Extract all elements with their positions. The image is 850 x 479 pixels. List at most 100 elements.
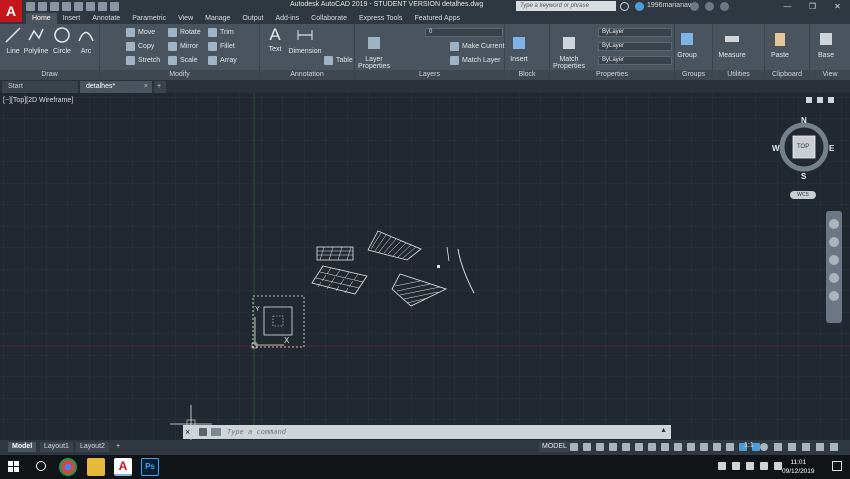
taskbar-search-icon[interactable] (36, 461, 46, 471)
compass-north[interactable]: N (801, 116, 807, 125)
command-history-arrow-icon[interactable]: ▲ (660, 427, 667, 434)
text-button[interactable]: A Text (265, 26, 285, 54)
search-icon[interactable] (620, 2, 629, 11)
view-panel-title[interactable]: View (810, 70, 850, 80)
layout-tab-layout2[interactable]: Layout2 (76, 442, 109, 452)
lineweight-icon[interactable] (674, 443, 682, 451)
dimension-button[interactable]: Dimension (288, 26, 322, 55)
new-icon[interactable] (26, 2, 35, 11)
infer-icon[interactable] (596, 443, 604, 451)
layer-dropdown[interactable]: 0 (425, 28, 503, 37)
maximize-button[interactable]: ❐ (800, 0, 825, 13)
layers-panel-title[interactable]: Layers (355, 70, 504, 80)
customize-wrench-icon[interactable] (199, 428, 207, 436)
close-button[interactable]: ✕ (825, 0, 850, 13)
match-layer-button[interactable]: Match Layer (450, 56, 501, 65)
utilities-panel-title[interactable]: Utilities (713, 70, 764, 80)
battery-icon[interactable] (732, 462, 740, 470)
drawing-canvas[interactable]: [−][Top][2D Wireframe] N S W E TOP WCS Y… (0, 93, 850, 440)
mirror-button[interactable]: Mirror (168, 42, 198, 51)
trim-button[interactable]: Trim (208, 28, 234, 37)
quick-properties-icon[interactable] (802, 443, 810, 451)
line-button[interactable]: Line (3, 26, 23, 55)
undo-icon[interactable] (98, 2, 107, 11)
units-icon[interactable] (788, 443, 796, 451)
tab-featured-apps[interactable]: Featured Apps (408, 13, 466, 24)
otrack-icon[interactable] (661, 443, 669, 451)
annotation-panel-title[interactable]: Annotation (260, 70, 354, 80)
block-panel-title[interactable]: Block (505, 70, 549, 80)
grid-icon[interactable] (570, 443, 578, 451)
redo-icon[interactable] (110, 2, 119, 11)
notification-icon[interactable] (832, 461, 842, 471)
ortho-icon[interactable] (609, 443, 617, 451)
compass-east[interactable]: E (829, 144, 834, 153)
workspace-gear-icon[interactable] (760, 443, 768, 451)
polyline-button[interactable]: Polyline (23, 26, 49, 55)
command-input[interactable] (227, 427, 647, 437)
tab-insert[interactable]: Insert (57, 13, 87, 24)
clipboard-panel-title[interactable]: Clipboard (765, 70, 809, 80)
isodraft-icon[interactable] (635, 443, 643, 451)
model-space-button[interactable]: MODEL (539, 442, 570, 452)
rotate-button[interactable]: Rotate (168, 28, 201, 37)
match-properties-button[interactable]: Match Properties (552, 34, 586, 70)
pan-icon[interactable] (829, 237, 839, 247)
steering-wheel-icon[interactable] (829, 219, 839, 229)
copy-button[interactable]: Copy (126, 42, 154, 51)
stretch-button[interactable]: Stretch (126, 56, 160, 65)
compass-west[interactable]: W (772, 144, 780, 153)
user-icon[interactable] (635, 2, 644, 11)
fillet-button[interactable]: Fillet (208, 42, 235, 51)
draw-panel-title[interactable]: Draw (0, 70, 99, 80)
properties-panel-title[interactable]: Properties (550, 70, 674, 80)
plot-icon[interactable] (86, 2, 95, 11)
make-current-button[interactable]: Make Current (450, 42, 504, 51)
search-input[interactable]: Type a keyword or phrase (516, 1, 616, 11)
layout-tab-model[interactable]: Model (8, 442, 37, 452)
volume-icon[interactable] (760, 462, 768, 470)
ucs-menu-button[interactable]: WCS (790, 191, 816, 199)
selection-cycling-icon[interactable] (700, 443, 708, 451)
help-icon[interactable] (720, 2, 729, 11)
table-button[interactable]: Table (324, 56, 353, 65)
file-tab-start[interactable]: Start (2, 81, 78, 93)
transparency-icon[interactable] (687, 443, 695, 451)
groups-panel-title[interactable]: Groups (675, 70, 712, 80)
orbit-icon[interactable] (829, 273, 839, 283)
measure-button[interactable]: Measure (717, 30, 747, 59)
array-button[interactable]: Array (208, 56, 237, 65)
save-as-icon[interactable] (62, 2, 71, 11)
circle-button[interactable]: Circle (51, 26, 73, 55)
close-tab-icon[interactable]: × (144, 81, 148, 93)
cloud-icon[interactable] (74, 2, 83, 11)
windows-start-icon[interactable] (8, 461, 19, 472)
linetype-dropdown[interactable]: ByLayer (598, 42, 672, 51)
snap-icon[interactable] (583, 443, 591, 451)
add-layout-button[interactable]: + (112, 442, 124, 452)
viewport-controls-label[interactable]: [−][Top][2D Wireframe] (3, 97, 73, 104)
tab-collaborate[interactable]: Collaborate (305, 13, 353, 24)
autocad-taskbar-icon[interactable]: A (114, 458, 132, 476)
tab-view[interactable]: View (172, 13, 199, 24)
keyboard-icon[interactable] (774, 462, 782, 470)
minimize-button[interactable]: — (775, 0, 800, 13)
annotation-visibility-icon[interactable] (726, 443, 734, 451)
arc-button[interactable]: Arc (76, 26, 96, 55)
viewcube-top-face[interactable]: TOP (797, 144, 809, 150)
chrome-icon[interactable] (59, 458, 77, 476)
autodesk-app-icon[interactable] (705, 2, 714, 11)
open-icon[interactable] (38, 2, 47, 11)
scale-button[interactable]: Scale (168, 56, 198, 65)
tab-add-ins[interactable]: Add-ins (269, 13, 305, 24)
file-explorer-icon[interactable] (87, 458, 105, 476)
viewport-restore-icon[interactable] (817, 97, 823, 103)
base-button[interactable]: Base (815, 30, 837, 59)
osnap-icon[interactable] (648, 443, 656, 451)
new-tab-button[interactable]: + (154, 81, 166, 93)
viewport-minimize-icon[interactable] (806, 97, 812, 103)
group-button[interactable]: Group (677, 30, 697, 59)
layout-tab-layout1[interactable]: Layout1 (40, 442, 73, 452)
tab-annotate[interactable]: Annotate (86, 13, 126, 24)
clean-screen-icon[interactable] (816, 443, 824, 451)
